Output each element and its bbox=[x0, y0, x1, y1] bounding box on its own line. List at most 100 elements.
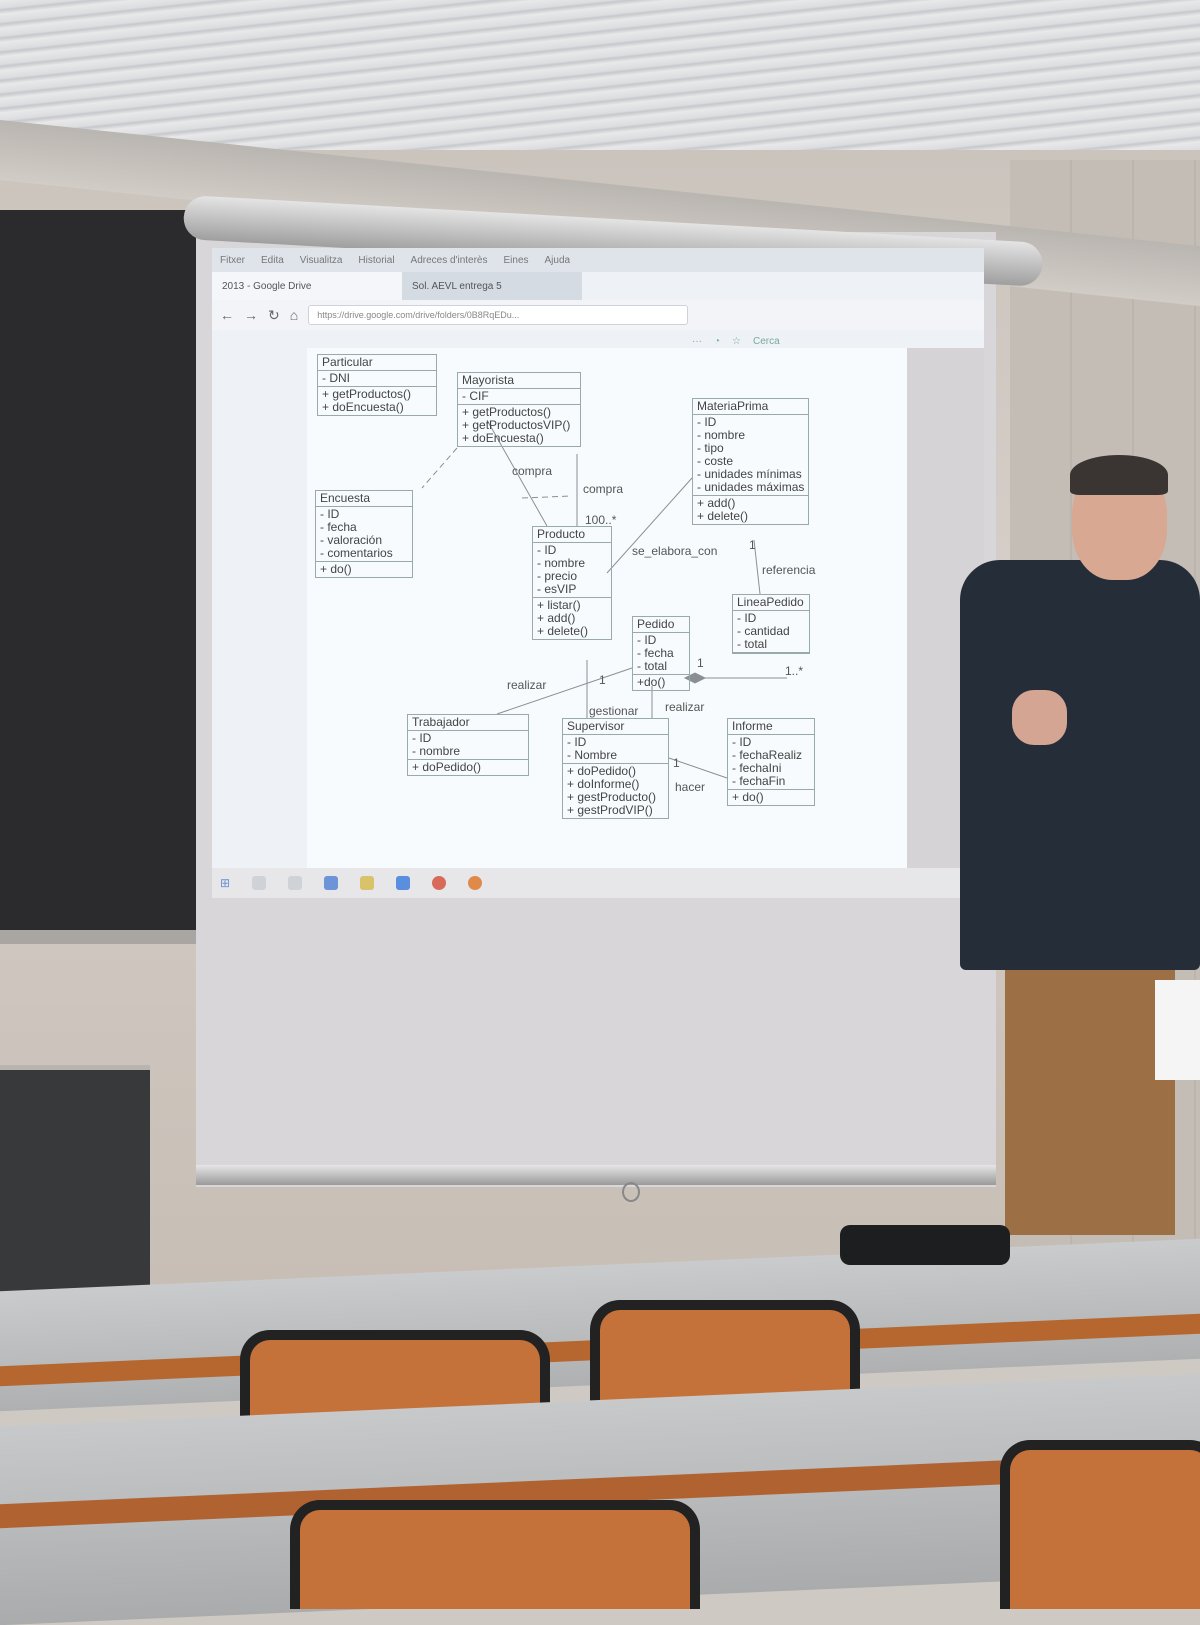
ie-icon[interactable] bbox=[396, 876, 411, 890]
browser-menubar: Fitxer Edita Visualitza Historial Adrece… bbox=[212, 248, 984, 272]
class-materiaprima: MateriaPrima - ID - nombre - tipo - cost… bbox=[692, 398, 809, 525]
firefox-icon[interactable] bbox=[468, 876, 483, 890]
dep-mayorista-encuesta bbox=[521, 495, 573, 499]
menu-item[interactable]: Visualitza bbox=[300, 255, 343, 266]
class-attributes: - DNI bbox=[318, 371, 436, 387]
class-name: Pedido bbox=[633, 617, 689, 633]
paper-sheet bbox=[1155, 980, 1200, 1080]
edge-icon[interactable] bbox=[324, 876, 339, 890]
assoc-label: realizar bbox=[665, 700, 705, 714]
class-name: MateriaPrima bbox=[693, 399, 808, 415]
assoc-label: referencia bbox=[762, 563, 816, 577]
class-operations: + doPedido() + doInforme() + gestProduct… bbox=[563, 764, 668, 818]
menu-item[interactable]: Edita bbox=[261, 255, 284, 266]
menu-item[interactable]: Eines bbox=[504, 255, 529, 266]
multiplicity-label: 100..* bbox=[585, 513, 617, 527]
assoc-label: compra bbox=[512, 464, 553, 478]
file-explorer-icon[interactable] bbox=[360, 876, 375, 890]
home-icon[interactable]: ⌂ bbox=[290, 307, 298, 323]
class-lineapedido: LineaPedido - ID - cantidad - total bbox=[732, 594, 810, 654]
class-pedido: Pedido - ID - fecha - total +do() bbox=[632, 616, 690, 691]
class-name: LineaPedido bbox=[733, 595, 809, 611]
uml-class-diagram: Particular - DNI + getProductos() + doEn… bbox=[307, 348, 907, 873]
class-operations: + doPedido() bbox=[408, 760, 528, 775]
operation: + do() bbox=[732, 790, 764, 804]
star-icon[interactable]: ☆ bbox=[732, 336, 741, 347]
class-operations: + getProductos() + doEncuesta() bbox=[318, 387, 436, 415]
operation: + gestProdVIP() bbox=[567, 803, 653, 817]
assoc-label: realizar bbox=[507, 678, 547, 692]
class-name: Producto bbox=[533, 527, 611, 543]
class-attributes: - ID - nombre - precio - esVIP bbox=[533, 543, 611, 598]
assoc-label: hacer bbox=[675, 780, 706, 794]
pocket-icon[interactable]: ◔ bbox=[714, 336, 720, 347]
menu-item[interactable]: Fitxer bbox=[220, 255, 245, 266]
class-trabajador: Trabajador - ID - nombre + doPedido() bbox=[407, 714, 529, 776]
class-operations: + do() bbox=[316, 562, 412, 577]
search-icon[interactable] bbox=[252, 876, 267, 890]
class-producto: Producto - ID - nombre - precio - esVIP … bbox=[532, 526, 612, 640]
class-particular: Particular - DNI + getProductos() + doEn… bbox=[317, 354, 437, 416]
tab-label: Sol. AEVL entrega 5 bbox=[412, 280, 502, 292]
windows-taskbar: ⊞ bbox=[212, 868, 984, 898]
browser-tabbar: 2013 - Google Drive Sol. AEVL entrega 5 bbox=[212, 272, 984, 300]
class-operations: + listar() + add() + delete() bbox=[533, 598, 611, 639]
class-name: Mayorista bbox=[458, 373, 580, 389]
screen-bottom-bar bbox=[196, 1165, 996, 1185]
attribute: - esVIP bbox=[537, 582, 577, 596]
task-view-icon[interactable] bbox=[288, 876, 303, 890]
menu-item[interactable]: Historial bbox=[358, 255, 394, 266]
back-icon[interactable]: ← bbox=[220, 307, 234, 323]
class-attributes: - ID - nombre - tipo - coste - unidades … bbox=[693, 415, 808, 496]
operation: + do() bbox=[320, 562, 352, 576]
cabinet bbox=[0, 1070, 150, 1310]
presenter-hair bbox=[1070, 455, 1168, 495]
attribute: - fechaFin bbox=[732, 774, 786, 788]
presenter-trousers bbox=[1005, 955, 1175, 1235]
menu-item[interactable]: Ajuda bbox=[545, 255, 571, 266]
multiplicity-label: 1..* bbox=[785, 664, 804, 678]
class-attributes: - ID - fecha - valoración - comentarios bbox=[316, 507, 412, 562]
pull-ring bbox=[622, 1182, 640, 1202]
operation: +do() bbox=[637, 675, 666, 689]
class-encuesta: Encuesta - ID - fecha - valoración - com… bbox=[315, 490, 413, 578]
bag bbox=[840, 1225, 1010, 1265]
operation: + doEncuesta() bbox=[322, 400, 404, 414]
reload-icon[interactable]: ↻ bbox=[268, 307, 280, 324]
ceiling bbox=[0, 0, 1200, 150]
url-input[interactable]: https://drive.google.com/drive/folders/0… bbox=[308, 305, 689, 325]
tab-document[interactable]: Sol. AEVL entrega 5 bbox=[402, 272, 582, 300]
presenter-jacket bbox=[960, 560, 1200, 970]
windows-start-icon[interactable]: ⊞ bbox=[220, 876, 230, 890]
browser-navbar: ← → ↻ ⌂ https://drive.google.com/drive/f… bbox=[212, 300, 984, 330]
class-attributes: - ID - fechaRealiz - fechaIni - fechaFin bbox=[728, 735, 814, 790]
operation: + delete() bbox=[537, 624, 589, 638]
chair bbox=[1000, 1440, 1200, 1609]
projected-browser-window: Fitxer Edita Visualitza Historial Adrece… bbox=[212, 248, 984, 898]
tab-google-drive[interactable]: 2013 - Google Drive bbox=[212, 272, 402, 300]
search-field[interactable]: Cerca bbox=[753, 336, 780, 347]
menu-dots-icon[interactable]: ··· bbox=[692, 336, 702, 347]
chair bbox=[290, 1500, 700, 1609]
multiplicity-label: 1 bbox=[697, 656, 704, 670]
class-name: Particular bbox=[318, 355, 436, 371]
dep-particular-encuesta bbox=[421, 447, 458, 489]
menu-item[interactable]: Adreces d'interès bbox=[411, 255, 488, 266]
operation: + doPedido() bbox=[412, 760, 482, 774]
blackboard bbox=[0, 210, 210, 935]
operation: + delete() bbox=[697, 509, 749, 523]
class-operations: +do() bbox=[633, 675, 689, 690]
class-attributes: - ID - nombre bbox=[408, 731, 528, 760]
class-name: Informe bbox=[728, 719, 814, 735]
class-supervisor: Supervisor - ID - Nombre + doPedido() + … bbox=[562, 718, 669, 819]
attribute: - comentarios bbox=[320, 546, 393, 560]
class-attributes: - CIF bbox=[458, 389, 580, 405]
class-operations: + add() + delete() bbox=[693, 496, 808, 524]
class-operations: + getProductos() + getProductosVIP() + d… bbox=[458, 405, 580, 446]
forward-icon[interactable]: → bbox=[244, 307, 258, 323]
multiplicity-label: 1 bbox=[673, 756, 680, 770]
blackboard-rail bbox=[0, 930, 200, 944]
assoc-label: se_elabora_con bbox=[632, 544, 718, 558]
chrome-icon[interactable] bbox=[432, 876, 447, 890]
class-attributes: - ID - fecha - total bbox=[633, 633, 689, 675]
